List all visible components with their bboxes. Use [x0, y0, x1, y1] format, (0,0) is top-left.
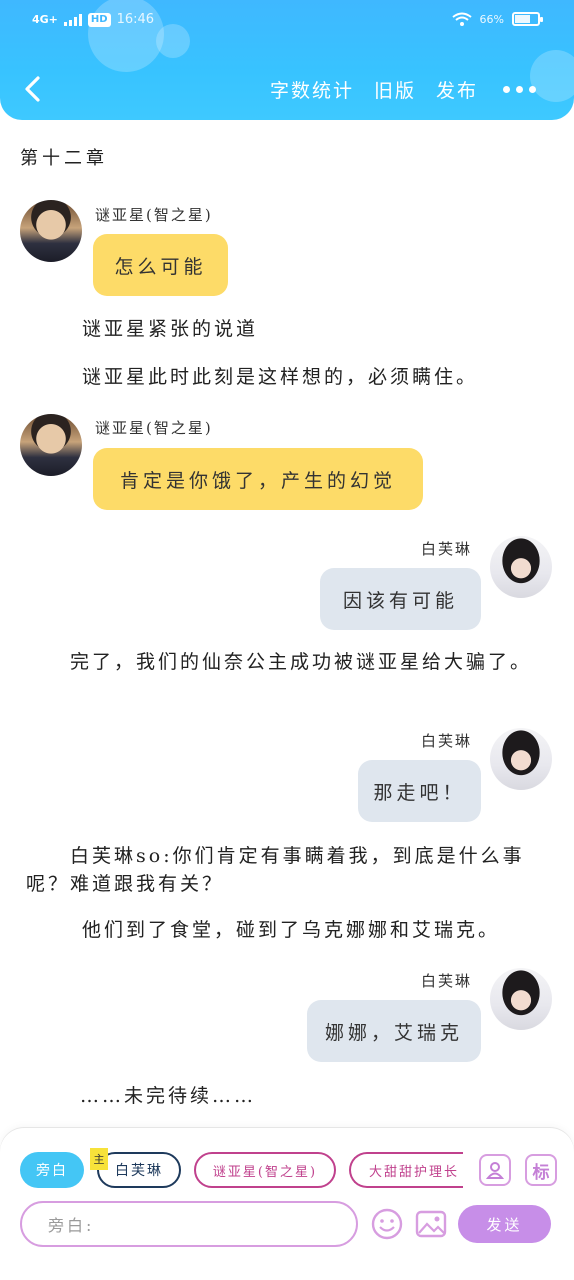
- send-button[interactable]: 发送: [458, 1205, 551, 1243]
- avatar[interactable]: [20, 200, 82, 262]
- avatar[interactable]: [490, 968, 552, 1030]
- avatar[interactable]: [490, 536, 552, 598]
- tag-icon[interactable]: 标: [525, 1154, 557, 1186]
- speaker-name: 白芙琳: [421, 540, 473, 558]
- battery-icon: [512, 12, 543, 26]
- compose-panel: 旁白 主 白芙琳 谜亚星(智之星) 大甜甜护理长 标 旁白: 发送: [0, 1128, 574, 1280]
- dialogue-bubble[interactable]: 那走吧！: [358, 760, 481, 822]
- image-icon[interactable]: [414, 1207, 448, 1241]
- chapter-title: 第十二章: [20, 148, 108, 169]
- old-version-button[interactable]: 旧版: [374, 76, 416, 103]
- narration-text[interactable]: 谜亚星此时此刻是这样想的，必须瞒住。: [82, 363, 574, 391]
- role-chip-character[interactable]: 谜亚星(智之星): [194, 1152, 336, 1188]
- more-options-icon[interactable]: [503, 86, 536, 93]
- header-actions: 字数统计 旧版 发布: [270, 76, 478, 103]
- avatar[interactable]: [490, 728, 552, 790]
- speaker-name: 谜亚星(智之星): [95, 419, 213, 437]
- dialogue-bubble[interactable]: 怎么可能: [93, 234, 228, 296]
- role-chip-narrator[interactable]: 旁白: [20, 1152, 84, 1188]
- avatar[interactable]: [20, 414, 82, 476]
- top-bar: 4G+ HD 16:46 66% 字数统计 旧版 发布: [0, 0, 574, 120]
- publish-button[interactable]: 发布: [436, 76, 478, 103]
- lead-role-tag: 主: [90, 1148, 108, 1170]
- battery-level: [515, 15, 530, 23]
- narration-text[interactable]: 白芙琳so:你们肯定有事瞒着我，到底是什么事呢？难道跟我有关？: [26, 842, 536, 898]
- narration-text[interactable]: 他们到了食堂，碰到了乌克娜娜和艾瑞克。: [82, 916, 574, 944]
- dialogue-bubble[interactable]: 娜娜，艾瑞克: [307, 1000, 481, 1062]
- status-bar: 4G+ HD 16:46 66%: [0, 0, 574, 44]
- person-icon[interactable]: [479, 1154, 511, 1186]
- speaker-name: 白芙琳: [421, 972, 473, 990]
- narration-text[interactable]: 谜亚星紧张的说道: [82, 315, 574, 343]
- clock: 16:46: [116, 12, 155, 27]
- narration-text[interactable]: ……未完待续……: [80, 1082, 574, 1110]
- message-input[interactable]: 旁白:: [20, 1201, 358, 1247]
- word-count-button[interactable]: 字数统计: [270, 76, 354, 103]
- story-content[interactable]: 第十二章 谜亚星(智之星) 怎么可能 谜亚星紧张的说道 谜亚星此时此刻是这样想的…: [0, 120, 574, 1130]
- speaker-name: 白芙琳: [421, 732, 473, 750]
- decorative-bubble: [530, 50, 574, 102]
- role-chip-lead[interactable]: 白芙琳: [97, 1152, 181, 1188]
- signal-icon: [63, 13, 82, 26]
- network-label: 4G+: [32, 12, 58, 26]
- wifi-icon: [451, 12, 472, 26]
- role-chip-character[interactable]: 大甜甜护理长: [349, 1152, 463, 1188]
- dialogue-bubble[interactable]: 因该有可能: [320, 568, 481, 630]
- back-icon[interactable]: [18, 72, 48, 106]
- battery-percent: 66%: [479, 12, 504, 26]
- hd-badge: HD: [87, 12, 111, 27]
- narration-text[interactable]: 完了，我们的仙奈公主成功被谜亚星给大骗了。: [26, 648, 536, 676]
- emoji-icon[interactable]: [370, 1207, 404, 1241]
- dialogue-bubble[interactable]: 肯定是你饿了，产生的幻觉: [93, 448, 423, 510]
- speaker-name: 谜亚星(智之星): [95, 206, 213, 224]
